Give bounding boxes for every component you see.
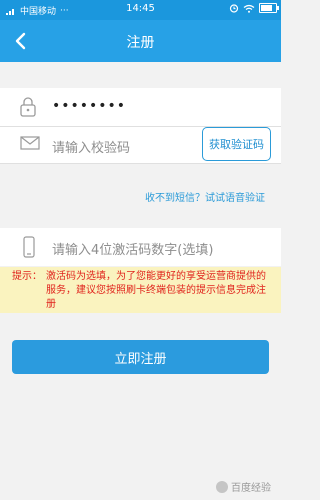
lock-icon <box>20 97 36 117</box>
voice-verification-link[interactable]: 收不到短信？试试语音验证 <box>145 189 265 204</box>
status-icons <box>229 3 279 13</box>
page-title: 注册 <box>126 35 155 51</box>
verification-code-placeholder: 请输入校验码 <box>52 141 131 156</box>
alarm-icon <box>229 4 239 13</box>
battery-level <box>261 5 273 11</box>
watermark-text: 百度经验 <box>231 483 271 494</box>
activation-code-field[interactable]: 请输入4位激活码数字(选填) <box>0 228 281 266</box>
baidu-paw-icon <box>216 480 228 493</box>
password-field[interactable]: •••••••• <box>0 88 281 126</box>
register-button[interactable]: 立即注册 <box>12 340 269 374</box>
wifi-icon <box>243 4 255 13</box>
divider <box>0 163 281 164</box>
get-code-button[interactable]: 获取验证码 <box>202 127 271 161</box>
mail-icon <box>20 136 40 150</box>
activation-code-placeholder: 请输入4位激活码数字(选填) <box>52 243 214 258</box>
battery-icon <box>259 3 279 13</box>
notice-text: 激活码为选填，为了您能更好的享受运营商提供的服务，建议您按照刷卡终端包装的提示信… <box>46 271 266 310</box>
status-bar: 中国移动 ··· 14:45 <box>0 0 281 20</box>
phone-icon <box>23 236 35 258</box>
watermark: 百度经验 <box>216 479 271 494</box>
notice-box: 提示： 激活码为选填，为了您能更好的享受运营商提供的服务，建议您按照刷卡终端包装… <box>0 267 281 313</box>
password-value: •••••••• <box>52 98 127 114</box>
header: 注册 <box>0 20 281 62</box>
notice-label: 提示： <box>12 271 42 282</box>
